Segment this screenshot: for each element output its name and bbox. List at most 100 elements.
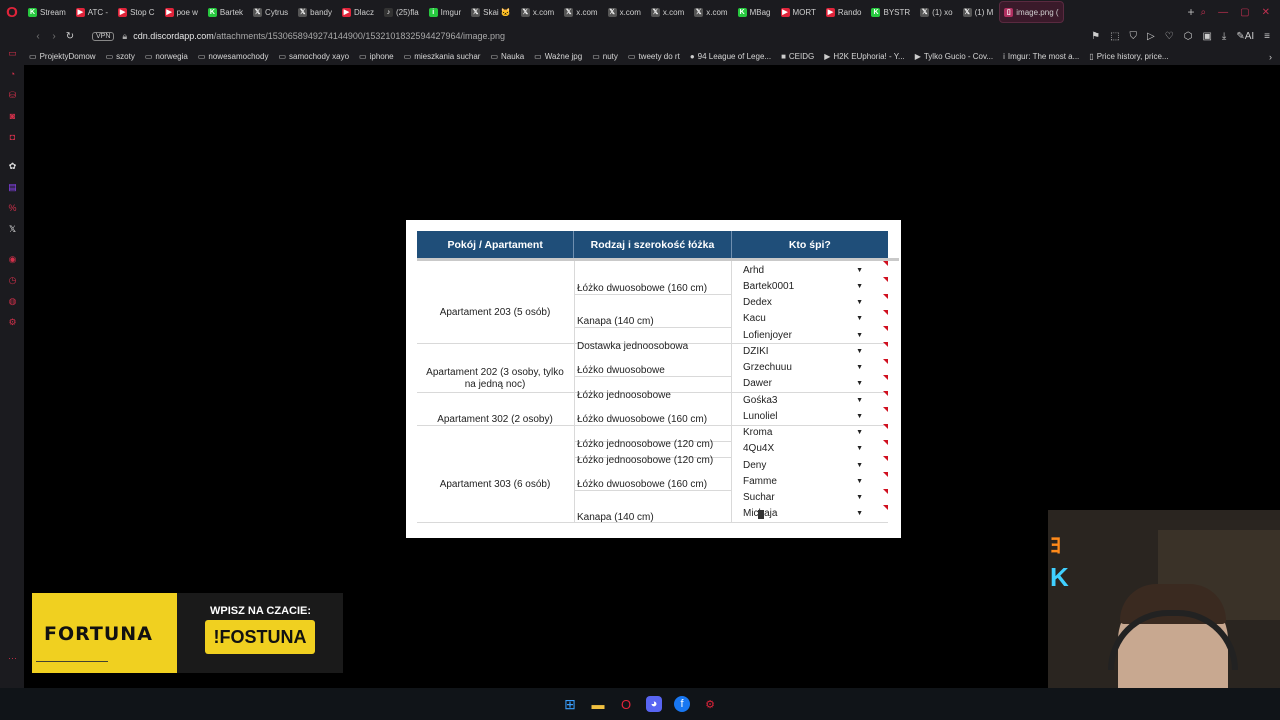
bookmark-item[interactable]: ▭ Nauka <box>490 52 524 61</box>
dropdown-arrow-icon[interactable]: ▼ <box>856 267 863 274</box>
tab-6[interactable]: 𝕏bandy <box>294 2 336 22</box>
sidebar-settings-icon[interactable]: ⚙ <box>7 317 18 328</box>
dropdown-arrow-icon[interactable]: ▼ <box>856 283 863 290</box>
tab-11[interactable]: 𝕏x.com <box>517 2 558 22</box>
tab-19[interactable]: K BYSTR <box>867 2 914 22</box>
app-taskbar-icon[interactable]: ⚙ <box>702 696 718 712</box>
dropdown-arrow-icon[interactable]: ▼ <box>856 413 863 420</box>
sidebar-x-icon[interactable]: 𝕏 <box>7 224 18 235</box>
tab-14[interactable]: 𝕏x.com <box>647 2 688 22</box>
sidebar-news-icon[interactable]: ▭ <box>7 48 18 59</box>
sidebar-chatgpt-icon[interactable]: ✿ <box>7 161 18 172</box>
ai-icon[interactable]: ✎AI <box>1236 31 1254 42</box>
tab-3[interactable]: ▶ poe w <box>161 2 202 22</box>
messenger-taskbar-icon[interactable]: f <box>674 696 690 712</box>
search-tabs-icon[interactable]: ⌕ <box>1201 7 1207 18</box>
tab-5[interactable]: 𝕏 Cytrus <box>249 2 292 22</box>
dropdown-arrow-icon[interactable]: ▼ <box>856 397 863 404</box>
person-dropdown[interactable]: Bartek0001 ▼ <box>743 279 871 293</box>
sidebar-messenger-icon[interactable]: ◙ <box>7 111 18 122</box>
person-dropdown[interactable]: Grzechuuu ▼ <box>743 361 871 375</box>
dropdown-arrow-icon[interactable]: ▼ <box>856 299 863 306</box>
tab-22[interactable]: ▯ image.png ( <box>999 1 1064 23</box>
download-icon[interactable]: ⤓ <box>1222 31 1226 42</box>
dropdown-arrow-icon[interactable]: ▼ <box>856 478 863 485</box>
bookmark-item[interactable]: ● 94 League of Lege... <box>690 52 771 61</box>
tab-7[interactable]: ▶ Dlacz <box>338 2 378 22</box>
tab-21[interactable]: 𝕏 (1) M <box>959 2 998 22</box>
person-dropdown[interactable]: Lofienjoyer ▼ <box>743 328 871 342</box>
bookmarks-more-icon[interactable]: › <box>1269 52 1272 62</box>
vpn-badge[interactable]: VPN <box>92 31 115 41</box>
tab-20[interactable]: 𝕏 (1) xo <box>916 2 956 22</box>
bookmark-item[interactable]: ■ CEIDG <box>781 52 814 61</box>
bookmark-item[interactable]: ▭ mieszkania suchar <box>404 52 481 61</box>
dropdown-arrow-icon[interactable]: ▼ <box>856 429 863 436</box>
bookmark-item[interactable]: ▭ nuty <box>592 52 618 61</box>
bookmark-item[interactable]: ▶ Tylko Gucio - Cov... <box>915 52 993 61</box>
snapshot-icon[interactable]: ⬚ <box>1110 31 1119 42</box>
tab-13[interactable]: 𝕏x.com <box>604 2 645 22</box>
tab-18[interactable]: ▶ Rando <box>822 2 866 22</box>
bookmark-item[interactable]: ▯ Price history, price... <box>1089 52 1168 61</box>
url-field[interactable]: cdn.discordapp.com/attachments/153065894… <box>133 31 1091 41</box>
bookmark-item[interactable]: ▭ norwegia <box>145 52 188 61</box>
sidebar-player-icon[interactable]: ◉ <box>7 254 18 265</box>
dropdown-arrow-icon[interactable]: ▼ <box>856 332 863 339</box>
heart-icon[interactable]: ♡ <box>1165 31 1174 42</box>
reload-icon[interactable]: ↻ <box>62 31 78 42</box>
tab-2[interactable]: ▶ Stop C <box>114 2 158 22</box>
person-dropdown[interactable]: Dedex ▼ <box>743 296 871 310</box>
shield-icon[interactable]: ⛉ <box>1130 31 1138 42</box>
person-dropdown[interactable]: Dawer ▼ <box>743 377 871 391</box>
sidebar-bag-icon[interactable]: ⛁ <box>7 90 18 101</box>
menu-icon[interactable]: ≡ <box>1264 31 1270 42</box>
bookmark-item[interactable]: i Imgur: The most a... <box>1003 52 1079 61</box>
tab-0[interactable]: K Stream <box>24 2 70 22</box>
person-dropdown[interactable]: 4Qu4X ▼ <box>743 442 871 456</box>
pin-icon[interactable]: ⚑ <box>1091 31 1100 42</box>
person-dropdown[interactable]: Lunoliel ▼ <box>743 409 871 423</box>
bookmark-item[interactable]: ▭ tweety do rt <box>628 52 680 61</box>
person-dropdown[interactable]: Kacu ▼ <box>743 312 871 326</box>
sidebar-clock-icon[interactable]: ◷ <box>7 275 18 286</box>
bookmark-item[interactable]: ▭ iphone <box>359 52 394 61</box>
windows-start-icon[interactable]: ⊞ <box>562 696 578 712</box>
person-dropdown[interactable]: Deny ▼ <box>743 458 871 472</box>
minimize-icon[interactable]: — <box>1218 7 1228 18</box>
dropdown-arrow-icon[interactable]: ▼ <box>856 348 863 355</box>
extensions-icon[interactable]: ⬡ <box>1184 31 1193 42</box>
file-explorer-icon[interactable]: ▬ <box>590 696 606 712</box>
person-dropdown[interactable]: DZIKI ▼ <box>743 344 871 358</box>
bookmark-item[interactable]: ▭ nowesamochody <box>198 52 269 61</box>
bookmark-item[interactable]: ▭ ProjektyDomow <box>29 52 96 61</box>
forward-icon[interactable]: › <box>46 31 62 42</box>
tab-12[interactable]: 𝕏x.com <box>560 2 601 22</box>
back-icon[interactable]: ‹ <box>30 31 46 42</box>
close-icon[interactable]: ✕ <box>1262 7 1270 18</box>
sidebar-twitch-icon[interactable]: ▤ <box>7 182 18 193</box>
lock-icon[interactable]: 🔒︎ <box>122 31 127 42</box>
dropdown-arrow-icon[interactable]: ▼ <box>856 510 863 517</box>
bookmark-item[interactable]: ▭ Ważne jpg <box>534 52 582 61</box>
dropdown-arrow-icon[interactable]: ▼ <box>856 364 863 371</box>
sidebar-percent-icon[interactable]: % <box>7 203 18 214</box>
tab-10[interactable]: 𝕏 Skai 🐱 <box>467 2 515 22</box>
dropdown-arrow-icon[interactable]: ▼ <box>856 315 863 322</box>
tab-17[interactable]: ▶ MORT <box>777 2 820 22</box>
tab-4[interactable]: K Bartek <box>204 2 247 22</box>
person-dropdown[interactable]: Arhd ▼ <box>743 263 871 277</box>
tab-15[interactable]: 𝕏x.com <box>690 2 731 22</box>
opera-taskbar-icon[interactable]: O <box>618 696 634 712</box>
dropdown-arrow-icon[interactable]: ▼ <box>856 462 863 469</box>
bookmark-item[interactable]: ▭ samochody xayo <box>278 52 349 61</box>
tab-16[interactable]: K MBag <box>734 2 775 22</box>
new-tab-icon[interactable]: + <box>1182 5 1201 19</box>
sidebar-ig-icon[interactable]: ◘ <box>7 132 18 143</box>
person-dropdown[interactable]: Suchar ▼ <box>743 491 871 505</box>
wallet-icon[interactable]: ▣ <box>1202 31 1211 42</box>
sidebar-chat-icon[interactable]: ◍ <box>7 296 18 307</box>
person-dropdown[interactable]: Kroma ▼ <box>743 426 871 440</box>
sidebar-history-icon[interactable]: ◔ <box>7 69 18 80</box>
discord-taskbar-icon[interactable]: ◕ <box>646 696 662 712</box>
